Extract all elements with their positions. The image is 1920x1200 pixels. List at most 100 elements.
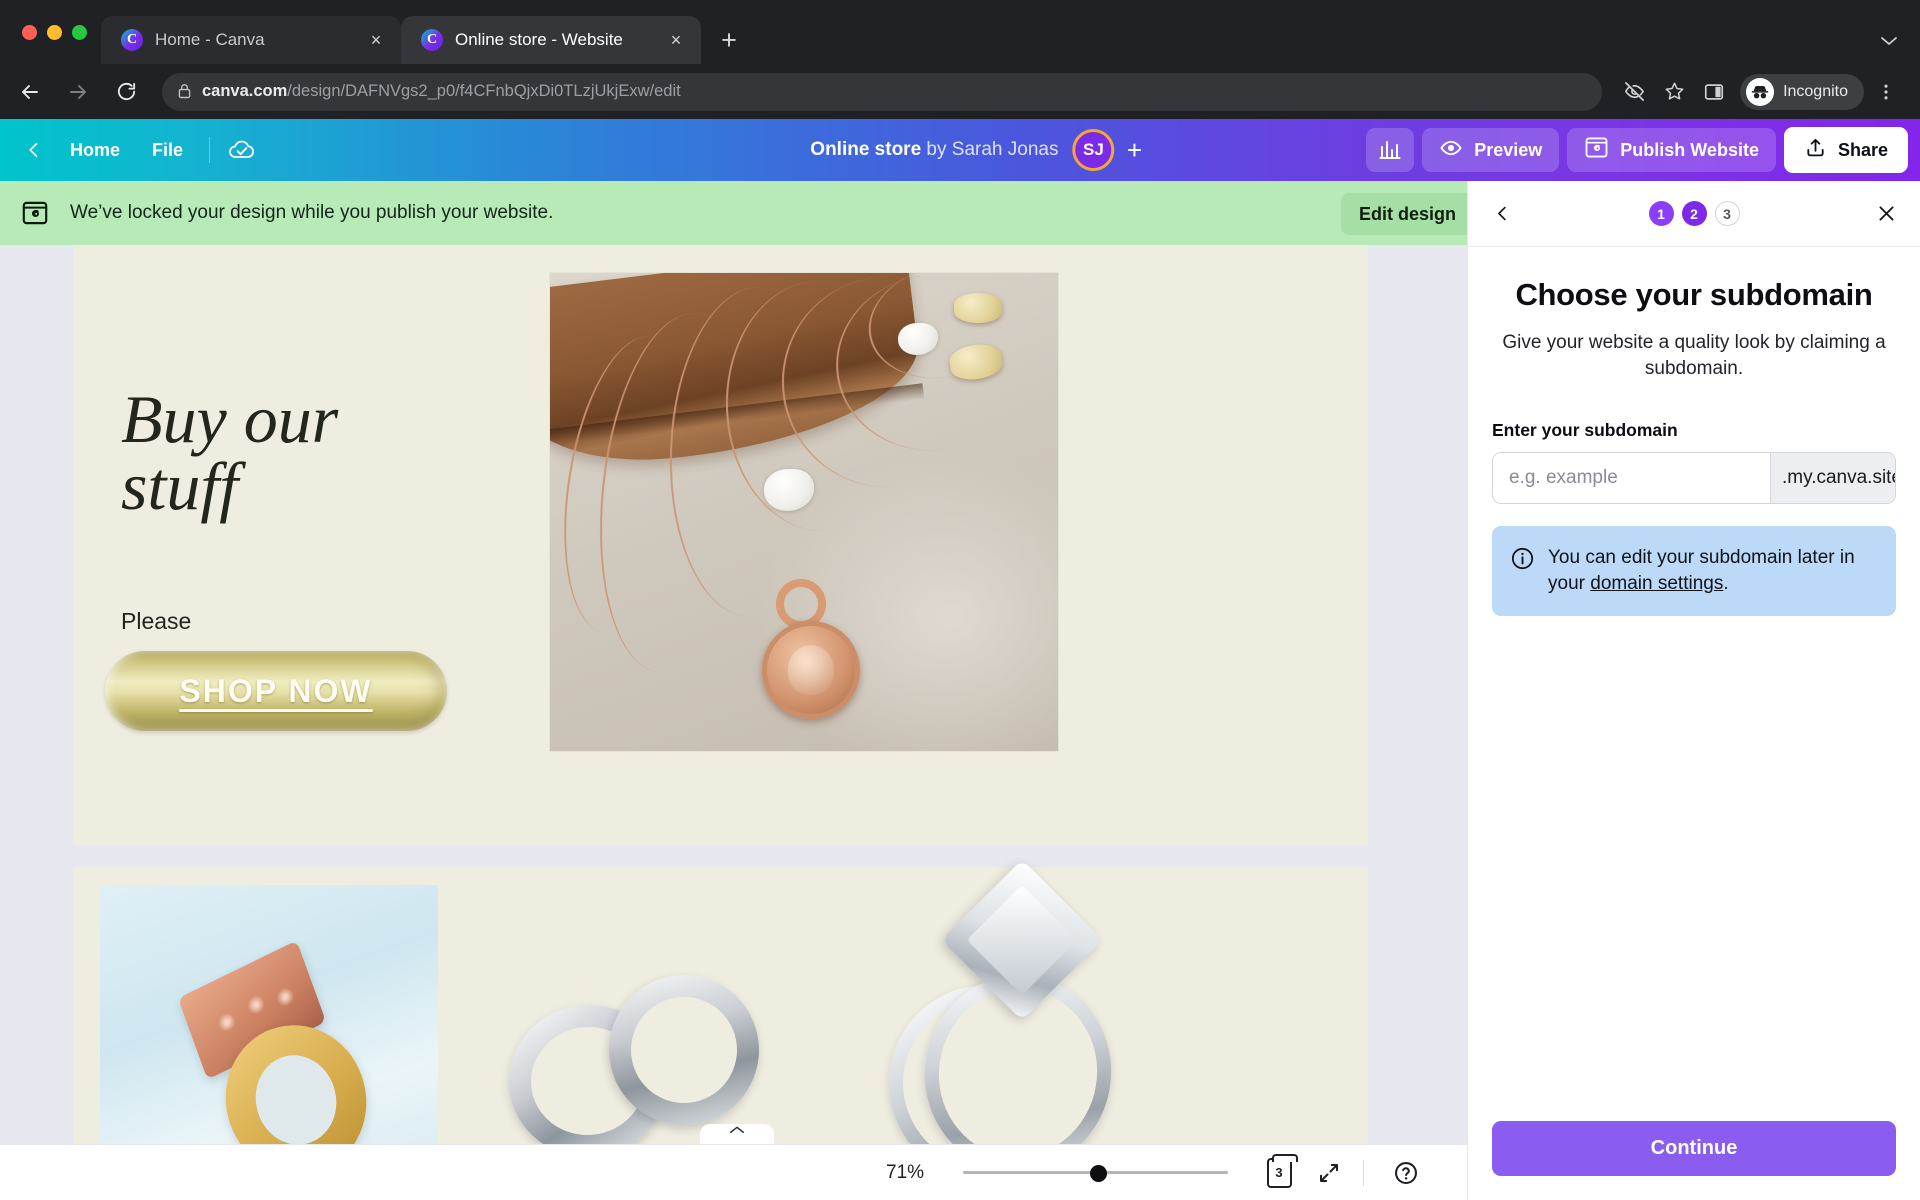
preview-button[interactable]: Preview xyxy=(1422,128,1560,172)
window-controls xyxy=(14,0,101,64)
info-text: You can edit your subdomain later in you… xyxy=(1548,545,1878,597)
subdomain-field-label: Enter your subdomain xyxy=(1492,420,1678,441)
minimize-window-button[interactable] xyxy=(47,24,62,40)
bookmark-star-icon[interactable] xyxy=(1656,74,1692,110)
tab-search-chevron-down-icon[interactable] xyxy=(1880,34,1898,52)
share-button[interactable]: Share xyxy=(1783,127,1908,173)
canva-toolbar: Home File Online store by Sarah Jonas SJ… xyxy=(0,119,1920,181)
zoom-percent-label: 71% xyxy=(886,1161,925,1183)
collaborators-group: SJ + xyxy=(1072,129,1154,171)
page-count-badge: 3 xyxy=(1266,1153,1298,1188)
url-domain: canva.com xyxy=(202,82,288,100)
share-label: Share xyxy=(1837,139,1888,160)
canva-favicon-icon: C xyxy=(121,29,143,51)
toolbar-divider xyxy=(209,137,211,163)
tracking-protection-eye-off-icon[interactable] xyxy=(1616,74,1652,110)
bottom-bar-divider xyxy=(1363,1159,1364,1186)
eye-icon xyxy=(1439,136,1463,165)
zoom-slider[interactable] xyxy=(963,1163,1228,1183)
page-manager-button[interactable]: 3 xyxy=(1258,1152,1300,1194)
back-arrow-icon[interactable] xyxy=(8,70,52,114)
design-page-1[interactable]: Buy our stuff Please SHOP NOW xyxy=(73,245,1368,845)
chrome-menu-icon[interactable] xyxy=(1868,74,1904,110)
panel-title: Choose your subdomain xyxy=(1515,277,1873,312)
side-panel-icon[interactable] xyxy=(1696,74,1732,110)
canva-favicon-icon: C xyxy=(421,29,443,51)
document-title-group: Online store by Sarah Jonas SJ + xyxy=(810,119,1154,181)
browser-chrome: C Home - Canva × C Online store - Websit… xyxy=(0,0,1920,119)
panel-body: Choose your subdomain Give your website … xyxy=(1468,247,1920,1121)
insights-chart-icon[interactable] xyxy=(1366,128,1415,172)
collapse-panel-chevron-up-icon[interactable] xyxy=(700,1124,774,1144)
tab-strip: C Home - Canva × C Online store - Websit… xyxy=(0,0,1920,64)
shop-now-button[interactable]: SHOP NOW xyxy=(105,651,447,731)
close-tab-icon[interactable]: × xyxy=(363,27,389,53)
close-icon[interactable] xyxy=(1866,194,1906,234)
browser-tab-online-store-website[interactable]: C Online store - Website × xyxy=(401,16,701,64)
step-indicator-3[interactable]: 3 xyxy=(1714,201,1740,226)
back-chevron-icon[interactable] xyxy=(14,130,54,170)
website-icon xyxy=(1584,135,1609,165)
panel-back-chevron-icon[interactable] xyxy=(1482,194,1522,234)
toolbar-left-group: Home File xyxy=(14,130,264,170)
publish-label: Publish Website xyxy=(1620,139,1759,160)
url-path: /design/DAFNVgs2_p0/f4CFnbQjxDi0TLzjUkjE… xyxy=(287,82,681,100)
banner-message: We’ve locked your design while you publi… xyxy=(70,202,554,223)
profile-incognito-button[interactable]: Incognito xyxy=(1740,73,1864,110)
browser-tab-home-canva[interactable]: C Home - Canva × xyxy=(101,16,401,64)
subdomain-input[interactable] xyxy=(1493,453,1770,504)
address-bar[interactable]: canva.com/design/DAFNVgs2_p0/f4CFnbQjxDi… xyxy=(162,72,1603,111)
document-name: Online store xyxy=(810,139,922,160)
lock-icon xyxy=(178,83,191,101)
hero-subheading[interactable]: Please xyxy=(121,608,191,635)
info-text-after: . xyxy=(1723,573,1729,595)
subdomain-info-callout: You can edit your subdomain later in you… xyxy=(1492,526,1896,617)
saved-to-cloud-icon[interactable] xyxy=(220,130,264,170)
page-separator xyxy=(73,845,1440,867)
avatar[interactable]: SJ xyxy=(1072,129,1115,171)
preview-label: Preview xyxy=(1474,139,1543,160)
profile-label: Incognito xyxy=(1783,82,1848,100)
product-image-engraved-rings[interactable] xyxy=(100,885,438,1185)
home-button[interactable]: Home xyxy=(54,130,136,170)
share-upload-icon xyxy=(1804,136,1827,164)
step-indicator: 1 2 3 xyxy=(1648,201,1740,226)
edit-design-button[interactable]: Edit design xyxy=(1340,193,1474,235)
help-question-icon[interactable] xyxy=(1385,1152,1427,1194)
coin-pendant xyxy=(762,621,860,719)
publish-website-button[interactable]: Publish Website xyxy=(1567,128,1776,172)
step-indicator-2[interactable]: 2 xyxy=(1681,201,1707,226)
step-indicator-1[interactable]: 1 xyxy=(1648,201,1674,226)
editor-bottom-bar: 71% 3 xyxy=(0,1144,1468,1200)
maximize-window-button[interactable] xyxy=(72,24,87,40)
zoom-slider-thumb[interactable] xyxy=(1090,1164,1107,1182)
close-window-button[interactable] xyxy=(22,24,37,40)
forward-arrow-icon[interactable] xyxy=(56,70,100,114)
incognito-avatar-icon xyxy=(1746,77,1775,106)
continue-button[interactable]: Continue xyxy=(1492,1121,1896,1176)
tab-title: Online store - Website xyxy=(455,30,623,49)
document-byline: by Sarah Jonas xyxy=(926,139,1059,160)
product-image-engagement-ring[interactable] xyxy=(829,859,1129,1197)
toolbar-right-group: Preview Publish Website Share xyxy=(1366,127,1908,173)
hero-heading[interactable]: Buy our stuff xyxy=(121,385,461,520)
close-tab-icon[interactable]: × xyxy=(663,27,689,53)
hero-jewelry-photo[interactable] xyxy=(550,273,1058,751)
new-tab-button[interactable]: + xyxy=(711,22,747,58)
design-scroll-container[interactable]: Buy our stuff Please SHOP NOW xyxy=(73,245,1440,1200)
tab-title: Home - Canva xyxy=(155,30,265,49)
document-title: Online store by Sarah Jonas xyxy=(810,139,1058,161)
reload-icon[interactable] xyxy=(104,70,148,114)
url-text: canva.com/design/DAFNVgs2_p0/f4CFnbQjxDi… xyxy=(202,82,681,101)
add-collaborator-button[interactable]: + xyxy=(1114,129,1154,171)
website-lock-icon xyxy=(16,194,54,232)
file-menu-button[interactable]: File xyxy=(136,130,199,170)
shop-now-label: SHOP NOW xyxy=(179,672,373,709)
subdomain-field[interactable]: .my.canva.site xyxy=(1492,452,1896,505)
fullscreen-expand-icon[interactable] xyxy=(1308,1152,1350,1194)
domain-settings-link[interactable]: domain settings xyxy=(1590,573,1723,594)
panel-description: Give your website a quality look by clai… xyxy=(1502,332,1886,380)
canva-editor: Home File Online store by Sarah Jonas SJ… xyxy=(0,119,1920,1200)
panel-footer: Continue xyxy=(1468,1121,1920,1200)
panel-header: 1 2 3 xyxy=(1468,181,1920,247)
